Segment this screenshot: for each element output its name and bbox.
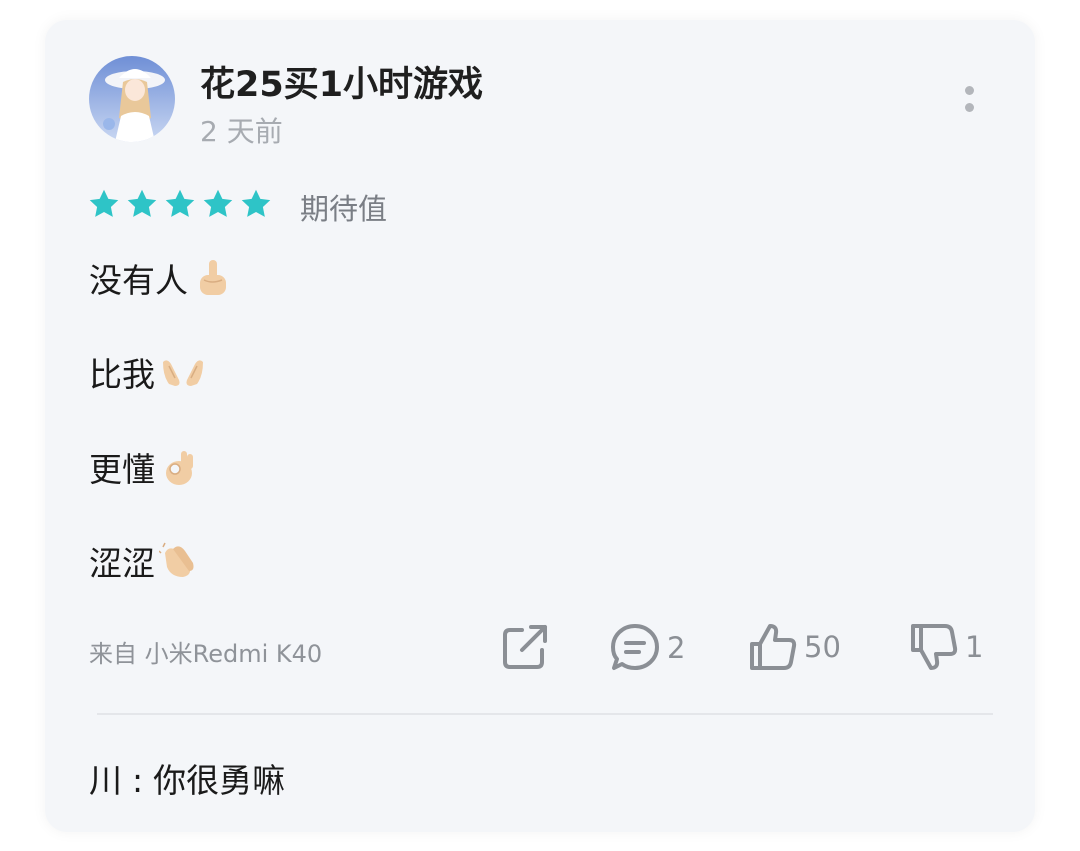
divider xyxy=(97,713,993,715)
review-line-text: 比我 xyxy=(89,355,155,394)
palms-up-together-emoji xyxy=(163,360,203,386)
share-icon xyxy=(503,625,547,669)
reply-preview[interactable]: 川: 你很勇嘛 xyxy=(89,754,285,802)
comment-icon xyxy=(611,624,659,670)
post-time: 2 天前 xyxy=(200,115,283,148)
star-icon xyxy=(127,189,157,217)
review-card xyxy=(45,20,1035,832)
star-icon xyxy=(241,189,271,217)
star-icon xyxy=(89,189,119,217)
index-pointing-up-emoji xyxy=(200,260,226,295)
review-line: 比我 xyxy=(89,348,207,396)
comment-count: 2 xyxy=(667,631,686,665)
review-line: 更懂 xyxy=(89,443,199,491)
review-line-text: 更懂 xyxy=(89,450,155,489)
review-line: 没有人 xyxy=(89,254,232,302)
review-line-text: 没有人 xyxy=(89,261,188,300)
reply-author[interactable]: 川 xyxy=(89,761,122,800)
reply-separator: : xyxy=(132,761,144,800)
username[interactable]: 花25买1小时游戏 xyxy=(200,56,483,107)
more-options-icon[interactable] xyxy=(956,82,984,118)
thumbs-up-icon xyxy=(750,624,797,670)
star-icon xyxy=(165,189,195,217)
comment-button[interactable]: 2 xyxy=(609,622,685,674)
like-button[interactable]: 50 xyxy=(748,622,841,672)
user-avatar[interactable] xyxy=(89,56,175,142)
rating-label: 期待值 xyxy=(300,192,388,226)
dislike-count: 1 xyxy=(965,630,984,664)
thumbs-down-icon xyxy=(911,624,958,670)
ok-hand-emoji xyxy=(166,451,193,485)
star-rating xyxy=(86,186,274,222)
dislike-button[interactable]: 1 xyxy=(909,622,983,672)
reply-text: 你很勇嘛 xyxy=(153,761,286,800)
device-source: 来自 小米Redmi K40 xyxy=(89,640,323,668)
review-line: 涩涩 xyxy=(89,537,199,585)
like-count: 50 xyxy=(804,630,841,664)
review-line-text: 涩涩 xyxy=(89,544,155,583)
clapping-hands-emoji xyxy=(159,542,194,577)
share-button[interactable] xyxy=(500,622,550,672)
star-icon xyxy=(203,189,233,217)
